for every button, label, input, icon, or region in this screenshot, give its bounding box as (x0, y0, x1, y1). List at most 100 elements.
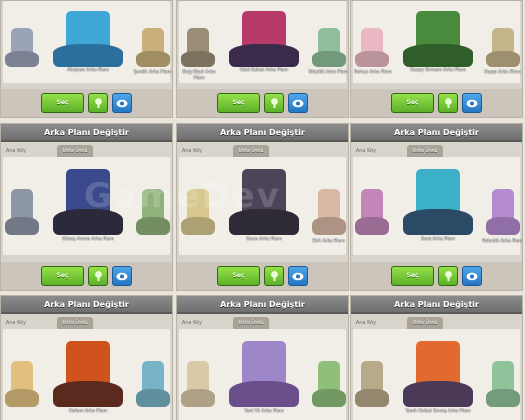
eye-icon (463, 94, 481, 112)
eye-icon (289, 267, 307, 285)
preview-button[interactable] (88, 266, 108, 286)
select-button[interactable]: Seç (41, 266, 84, 286)
scene-main-thumbnail[interactable] (229, 337, 299, 408)
action-bar: Seç (1, 89, 172, 117)
scene-left-thumbnail[interactable] (181, 186, 215, 236)
scene-right-thumbnail[interactable] (486, 186, 520, 236)
lightbulb-icon (265, 94, 283, 112)
background-panel: Arka Planı Değiştir Ana Köy Usta Üssü Gü… (0, 123, 173, 291)
view-button[interactable] (462, 266, 482, 286)
scene-right-thumbnail[interactable] (136, 186, 170, 236)
tab-builder-base[interactable]: Usta Üssü (57, 145, 93, 157)
preview-button[interactable] (264, 266, 284, 286)
scene-left-label: Dağ Köyü Arka Planı (182, 69, 216, 81)
tab-builder-base[interactable]: Usta Üssü (233, 145, 269, 157)
tab-home-village[interactable]: Ana Köy (5, 317, 27, 329)
scene-left-thumbnail[interactable] (355, 26, 389, 67)
scene-right-label: Büyülü Arka Planı (308, 69, 349, 75)
scene-main-thumbnail[interactable] (403, 337, 473, 408)
view-button[interactable] (288, 266, 308, 286)
panel-title: Arka Planı Değiştir (351, 296, 522, 314)
scene-left-thumbnail[interactable] (355, 186, 389, 236)
tab-home-village[interactable]: Ana Köy (181, 145, 203, 157)
scene-right-label: Kayıp Arka Planı (484, 69, 521, 75)
scene-main-thumbnail[interactable] (229, 165, 299, 236)
scene-main-label: Golem Arka Planı (68, 409, 108, 415)
background-panel: Bahçe Arka Planı Kuzey Ormanı Arka Planı… (350, 0, 523, 118)
scene-right-label: Sirk Arka Planı (312, 239, 345, 245)
scene-right-thumbnail[interactable] (486, 358, 520, 408)
scene-main-label: Gizli Kalesi Arka Planı (239, 68, 289, 74)
scene-left-thumbnail[interactable] (181, 358, 215, 408)
scene-main-label: Yanık Kalesi Savaş Arka Planı (405, 409, 471, 415)
scene-main-thumbnail[interactable] (403, 8, 473, 67)
background-carousel: Bahçe Arka Planı Kuzey Ormanı Arka Planı… (353, 1, 521, 83)
select-button[interactable]: Seç (217, 93, 260, 113)
scene-main-thumbnail[interactable] (53, 165, 123, 236)
scene-left-thumbnail[interactable] (181, 26, 215, 67)
scene-right-thumbnail[interactable] (486, 26, 520, 67)
preview-button[interactable] (438, 93, 458, 113)
panel-title: Arka Planı Değiştir (177, 124, 348, 142)
scene-right-thumbnail[interactable] (312, 26, 346, 67)
background-panel: Dağ Köyü Arka Planı Gizli Kalesi Arka Pl… (176, 0, 349, 118)
background-gallery-grid: Aksiyon Arka Planı Şenlik Arka Planı Seç… (0, 0, 525, 420)
scene-main-label: Kuzey Ormanı Arka Planı (410, 68, 466, 74)
background-carousel: Güreş Arena Arka Planı (3, 157, 170, 255)
view-button[interactable] (112, 266, 132, 286)
tab-home-village[interactable]: Ana Köy (355, 317, 377, 329)
eye-icon (113, 267, 131, 285)
view-button[interactable] (288, 93, 308, 113)
background-panel: Arka Planı Değiştir Ana Köy Usta Üssü Ye… (176, 295, 349, 420)
lightbulb-icon (89, 94, 107, 112)
background-carousel: Yeni Yıl Arka Planı (179, 329, 346, 420)
eye-icon (113, 94, 131, 112)
panel-title: Arka Planı Değiştir (1, 296, 172, 314)
preview-button[interactable] (88, 93, 108, 113)
scene-main-label: Yeni Yıl Arka Planı (244, 409, 284, 415)
tab-home-village[interactable]: Ana Köy (181, 317, 203, 329)
tab-home-village[interactable]: Ana Köy (355, 145, 377, 157)
lightbulb-icon (439, 94, 457, 112)
background-carousel: Saat Arka Planı Robotik Arka Planı (353, 157, 522, 255)
scene-right-thumbnail[interactable] (312, 186, 346, 236)
tab-builder-base[interactable]: Usta Üssü (407, 317, 443, 329)
tab-builder-base[interactable]: Usta Üssü (57, 317, 93, 329)
tab-builder-base[interactable]: Usta Üssü (407, 145, 443, 157)
background-panel: Arka Planı Değiştir Ana Köy Usta Üssü Ya… (350, 295, 523, 420)
scene-main-thumbnail[interactable] (53, 337, 123, 408)
scene-main-label: Güreş Arena Arka Planı (62, 237, 114, 243)
view-button[interactable] (462, 93, 482, 113)
select-button[interactable]: Seç (391, 93, 434, 113)
tab-builder-base[interactable]: Usta Üssü (233, 317, 269, 329)
select-button[interactable]: Seç (391, 266, 434, 286)
scene-right-thumbnail[interactable] (312, 358, 346, 408)
scene-main-thumbnail[interactable] (53, 8, 123, 67)
scene-main-thumbnail[interactable] (229, 8, 299, 67)
action-bar: Seç (351, 89, 522, 117)
scene-left-thumbnail[interactable] (355, 358, 389, 408)
background-panel: Arka Planı Değiştir Ana Köy Usta Üssü Sa… (350, 123, 523, 291)
preview-button[interactable] (264, 93, 284, 113)
eye-icon (463, 267, 481, 285)
scene-left-thumbnail[interactable] (5, 186, 39, 236)
scene-main-label: Saat Arka Planı (420, 237, 456, 243)
select-button[interactable]: Seç (217, 266, 260, 286)
scene-right-thumbnail[interactable] (136, 358, 170, 408)
eye-icon (289, 94, 307, 112)
scene-left-thumbnail[interactable] (5, 26, 39, 67)
scene-main-thumbnail[interactable] (403, 165, 473, 236)
lightbulb-icon (439, 267, 457, 285)
scene-left-thumbnail[interactable] (5, 358, 39, 408)
action-bar: Seç (351, 262, 522, 290)
panel-title: Arka Planı Değiştir (351, 124, 522, 142)
action-bar: Seç (177, 262, 348, 290)
select-button[interactable]: Seç (41, 93, 84, 113)
view-button[interactable] (112, 93, 132, 113)
background-panel: Arka Planı Değiştir Ana Köy Usta Üssü Go… (0, 295, 173, 420)
tab-home-village[interactable]: Ana Köy (5, 145, 27, 157)
preview-button[interactable] (438, 266, 458, 286)
action-bar: Seç (177, 89, 348, 117)
scene-right-thumbnail[interactable] (136, 26, 170, 67)
background-carousel: Yanık Kalesi Savaş Arka Planı (353, 329, 520, 420)
